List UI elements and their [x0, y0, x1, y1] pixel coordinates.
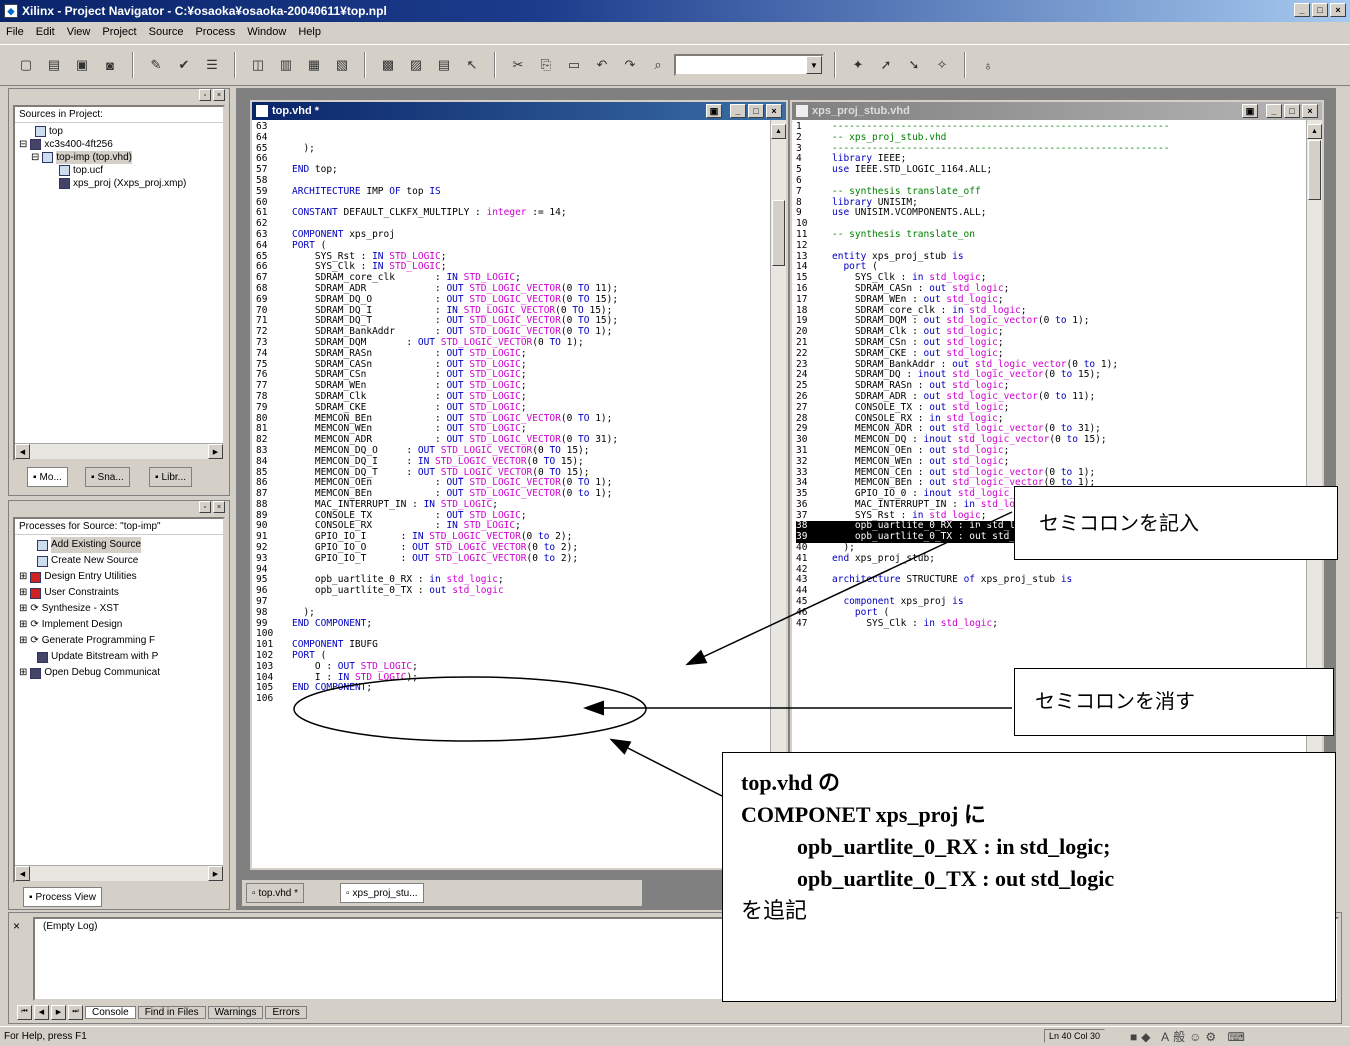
instruction-line: top.vhd の: [741, 770, 841, 795]
callout-remove-semicolon: セミコロンを消す: [1014, 668, 1334, 736]
arrow-instructions: [609, 738, 723, 797]
instruction-line: COMPONET xps_proj に: [741, 802, 986, 827]
highlight-ellipse: [293, 676, 647, 742]
instruction-line: を追記: [741, 898, 808, 923]
callout-add-semicolon: セミコロンを記入: [1014, 486, 1338, 560]
instruction-line: opb_uartlite_0_RX : in std_logic;: [797, 834, 1111, 859]
callout-instructions: top.vhd の COMPONET xps_proj に opb_uartli…: [722, 752, 1336, 1002]
instruction-line: opb_uartlite_0_TX : out std_logic: [797, 866, 1115, 891]
arrow-add-semicolon: [685, 511, 1013, 666]
